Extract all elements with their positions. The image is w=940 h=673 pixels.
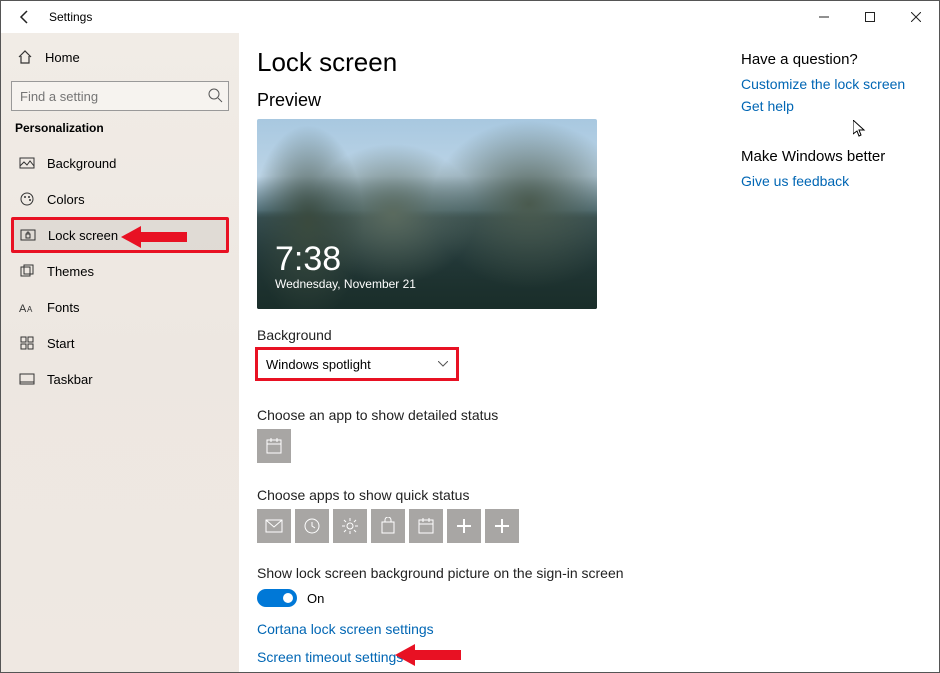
nav-themes[interactable]: Themes bbox=[11, 253, 229, 289]
window-title: Settings bbox=[49, 10, 92, 24]
calendar-icon bbox=[417, 517, 435, 535]
sun-icon bbox=[341, 517, 359, 535]
preview-clock: 7:38 Wednesday, November 21 bbox=[275, 240, 416, 291]
svg-text:A: A bbox=[27, 305, 33, 314]
nav-item-label: Colors bbox=[47, 192, 85, 207]
palette-icon bbox=[19, 191, 35, 207]
nav-home[interactable]: Home bbox=[11, 39, 229, 75]
themes-icon bbox=[19, 263, 35, 279]
quick-app-clock[interactable] bbox=[295, 509, 329, 543]
mail-icon bbox=[265, 519, 283, 533]
preview-date: Wednesday, November 21 bbox=[275, 277, 416, 291]
detailed-status-app[interactable] bbox=[257, 429, 291, 463]
link-get-help[interactable]: Get help bbox=[741, 98, 915, 114]
nav-fonts[interactable]: AA Fonts bbox=[11, 289, 229, 325]
taskbar-icon bbox=[19, 371, 35, 387]
nav-lock-screen[interactable]: Lock screen bbox=[11, 217, 229, 253]
calendar-icon bbox=[265, 437, 283, 455]
nav-item-label: Themes bbox=[47, 264, 94, 279]
nav-colors[interactable]: Colors bbox=[11, 181, 229, 217]
question-title: Have a question? bbox=[741, 51, 915, 68]
toggle-state: On bbox=[307, 591, 324, 606]
quick-app-mail[interactable] bbox=[257, 509, 291, 543]
nav-item-label: Background bbox=[47, 156, 116, 171]
nav-item-label: Lock screen bbox=[48, 228, 118, 243]
picture-icon bbox=[19, 155, 35, 171]
background-label: Background bbox=[257, 327, 721, 343]
plus-icon bbox=[495, 519, 509, 533]
search-input[interactable] bbox=[11, 81, 229, 111]
lock-screen-icon bbox=[20, 227, 36, 243]
back-button[interactable] bbox=[9, 1, 41, 33]
bag-icon bbox=[380, 517, 396, 535]
home-icon bbox=[17, 49, 33, 65]
detailed-status-label: Choose an app to show detailed status bbox=[257, 407, 721, 423]
nav-item-label: Fonts bbox=[47, 300, 80, 315]
minimize-button[interactable] bbox=[801, 1, 847, 33]
nav-home-label: Home bbox=[45, 50, 80, 65]
maximize-button[interactable] bbox=[847, 1, 893, 33]
preview-time: 7:38 bbox=[275, 240, 416, 279]
quick-app-store[interactable] bbox=[371, 509, 405, 543]
content-pane: Lock screen Preview 7:38 Wednesday, Nove… bbox=[257, 47, 721, 672]
link-screen-timeout[interactable]: Screen timeout settings bbox=[257, 649, 403, 665]
help-pane: Have a question? Customize the lock scre… bbox=[741, 47, 915, 672]
link-customize-lock[interactable]: Customize the lock screen bbox=[741, 76, 915, 92]
quick-app-add-1[interactable] bbox=[447, 509, 481, 543]
nav-item-label: Start bbox=[47, 336, 74, 351]
search-icon bbox=[207, 87, 223, 108]
nav-start[interactable]: Start bbox=[11, 325, 229, 361]
svg-text:A: A bbox=[19, 303, 27, 314]
plus-icon bbox=[457, 519, 471, 533]
sidebar: Home Personalization Background Colors L… bbox=[1, 33, 239, 672]
section-label: Personalization bbox=[15, 121, 229, 135]
link-feedback[interactable]: Give us feedback bbox=[741, 173, 915, 189]
background-dropdown[interactable]: Windows spotlight bbox=[257, 349, 457, 379]
nav-background[interactable]: Background bbox=[11, 145, 229, 181]
quick-status-label: Choose apps to show quick status bbox=[257, 487, 721, 503]
start-icon bbox=[19, 335, 35, 351]
chevron-down-icon bbox=[438, 361, 448, 367]
link-cortana-settings[interactable]: Cortana lock screen settings bbox=[257, 621, 434, 637]
clock-icon bbox=[303, 517, 321, 535]
dropdown-value: Windows spotlight bbox=[266, 357, 371, 372]
feedback-title: Make Windows better bbox=[741, 148, 915, 165]
quick-app-calendar[interactable] bbox=[409, 509, 443, 543]
quick-app-add-2[interactable] bbox=[485, 509, 519, 543]
signin-picture-label: Show lock screen background picture on t… bbox=[257, 565, 721, 581]
lock-screen-preview: 7:38 Wednesday, November 21 bbox=[257, 119, 597, 309]
signin-picture-toggle[interactable] bbox=[257, 589, 297, 607]
close-button[interactable] bbox=[893, 1, 939, 33]
nav-taskbar[interactable]: Taskbar bbox=[11, 361, 229, 397]
preview-heading: Preview bbox=[257, 90, 721, 111]
quick-app-weather[interactable] bbox=[333, 509, 367, 543]
nav-item-label: Taskbar bbox=[47, 372, 93, 387]
fonts-icon: AA bbox=[19, 300, 35, 314]
page-title: Lock screen bbox=[257, 47, 721, 78]
